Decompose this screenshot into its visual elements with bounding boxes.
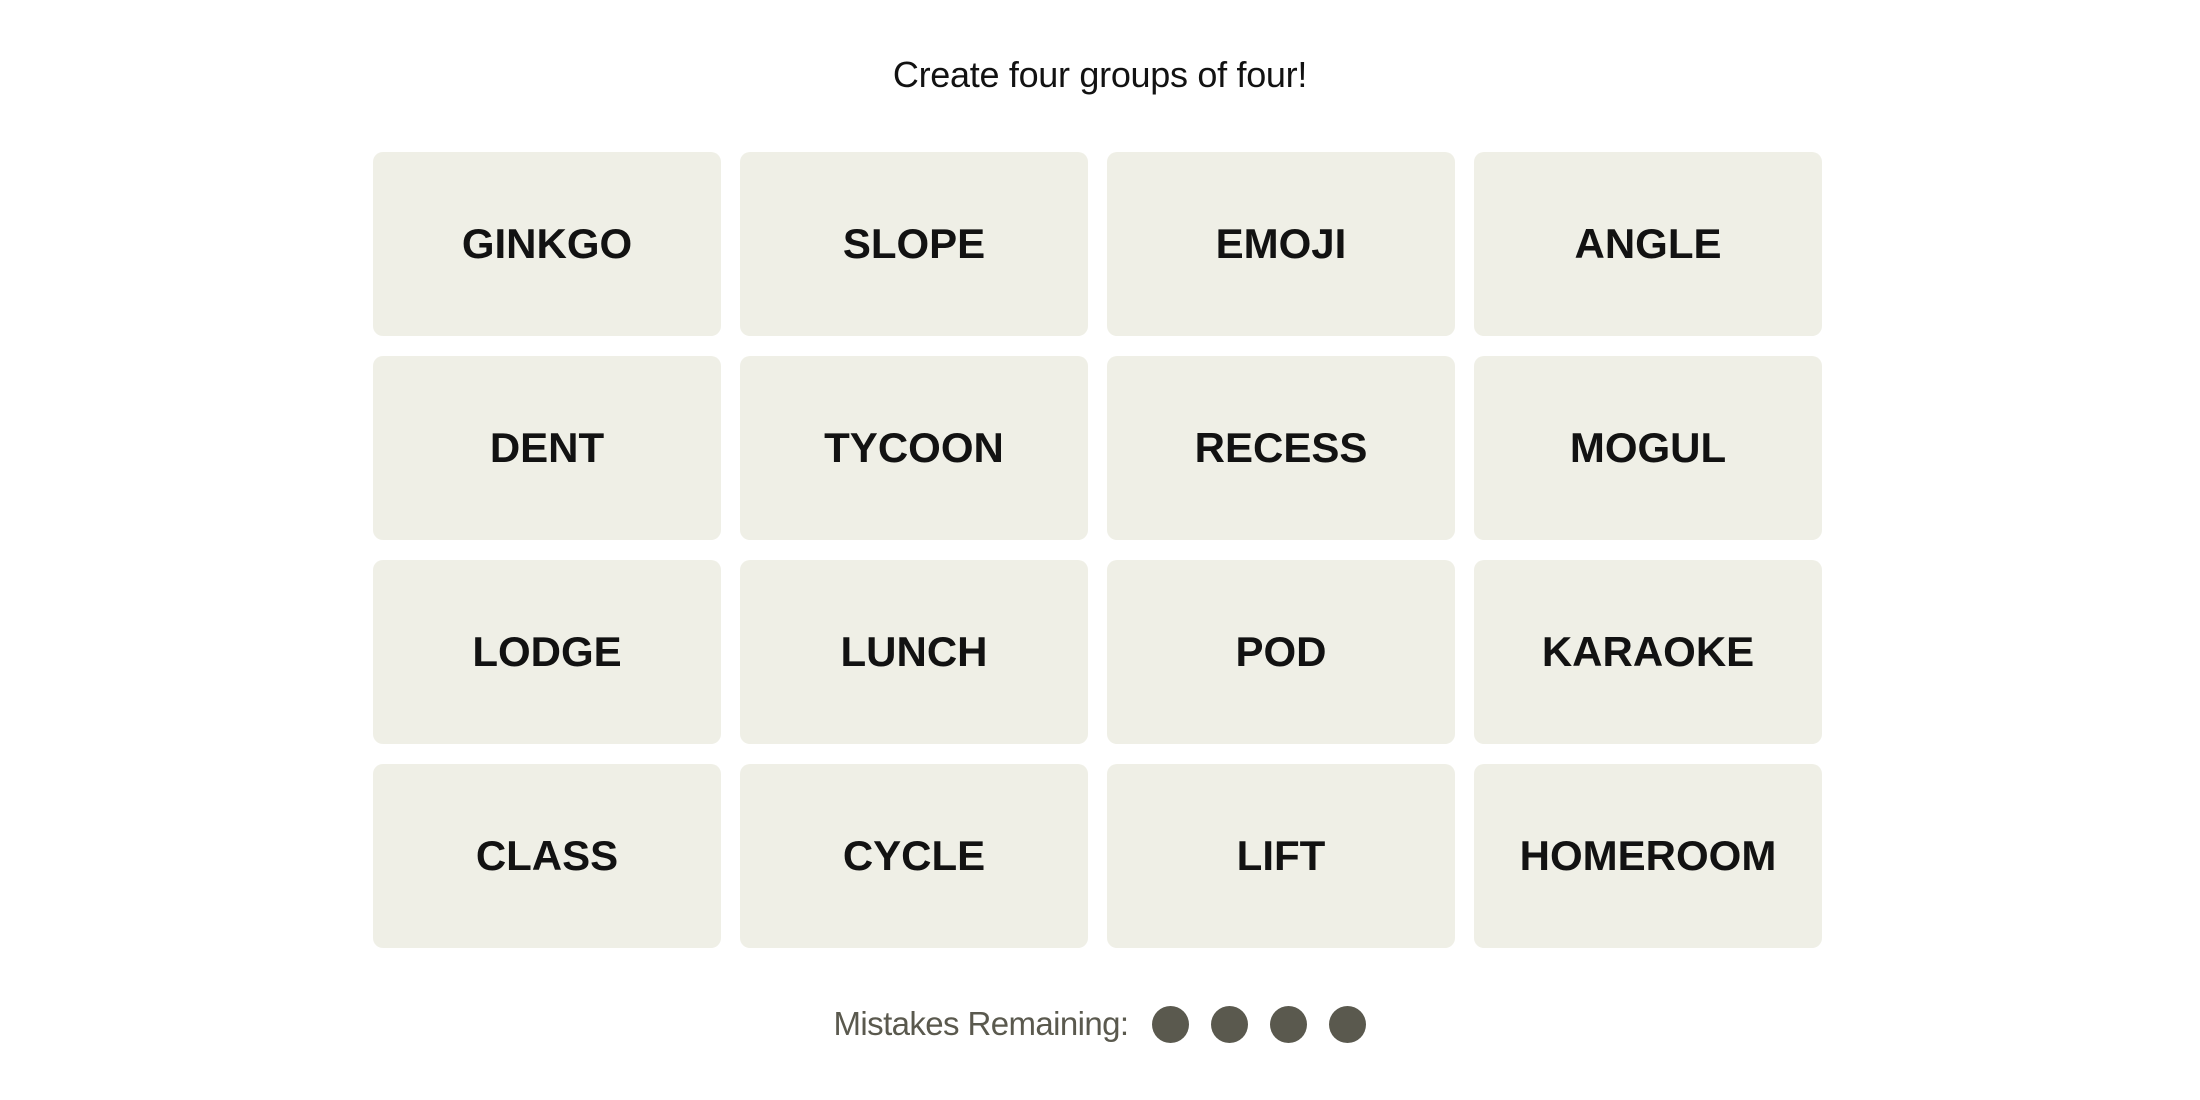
filled-circle-icon (1152, 1005, 1190, 1043)
word-tile-label: RECESS (1194, 424, 1368, 471)
word-tile[interactable]: HOMEROOM (1474, 764, 1822, 948)
page-title: Create four groups of four! (892, 54, 1308, 95)
word-tile-label: ANGLE (1574, 220, 1722, 267)
word-tile[interactable]: CYCLE (740, 764, 1088, 948)
filled-circle-icon (1329, 1005, 1367, 1043)
word-tile-label: EMOJI (1215, 220, 1347, 267)
word-tile[interactable]: RECESS (1107, 356, 1455, 540)
filled-circle-icon (1211, 1005, 1249, 1043)
word-tile-label: GINKGO (461, 220, 633, 267)
word-tile[interactable]: LIFT (1107, 764, 1455, 948)
word-tile-label: CLASS (475, 832, 619, 879)
word-tile-label: LUNCH (840, 628, 988, 675)
word-tile[interactable]: KARAOKE (1474, 560, 1822, 744)
word-tile-label: TYCOON (824, 424, 1004, 471)
word-grid: GINKGO SLOPE EMOJI ANGLE DENT TYCOON REC… (373, 152, 1822, 948)
word-tile[interactable]: LODGE (373, 560, 721, 744)
mistake-dots (1152, 1005, 1367, 1043)
word-tile[interactable]: SLOPE (740, 152, 1088, 336)
word-tile[interactable]: LUNCH (740, 560, 1088, 744)
mistakes-remaining: Mistakes Remaining: (0, 1002, 2200, 1046)
word-tile-label: POD (1235, 628, 1327, 675)
mistakes-label: Mistakes Remaining: (833, 1005, 1129, 1042)
word-tile[interactable]: EMOJI (1107, 152, 1455, 336)
word-tile[interactable]: GINKGO (373, 152, 721, 336)
word-tile[interactable]: ANGLE (1474, 152, 1822, 336)
word-tile-label: CYCLE (842, 832, 986, 879)
word-tile-label: HOMEROOM (1519, 832, 1777, 879)
word-tile[interactable]: TYCOON (740, 356, 1088, 540)
word-tile-label: KARAOKE (1541, 628, 1755, 675)
filled-circle-icon (1270, 1005, 1308, 1043)
word-tile[interactable]: MOGUL (1474, 356, 1822, 540)
word-tile-label: DENT (489, 424, 605, 471)
word-tile-label: LIFT (1236, 832, 1326, 879)
word-tile[interactable]: POD (1107, 560, 1455, 744)
word-tile[interactable]: CLASS (373, 764, 721, 948)
word-tile-label: LODGE (472, 628, 622, 675)
word-tile-label: MOGUL (1569, 424, 1727, 471)
word-tile-label: SLOPE (842, 220, 986, 267)
word-tile[interactable]: DENT (373, 356, 721, 540)
